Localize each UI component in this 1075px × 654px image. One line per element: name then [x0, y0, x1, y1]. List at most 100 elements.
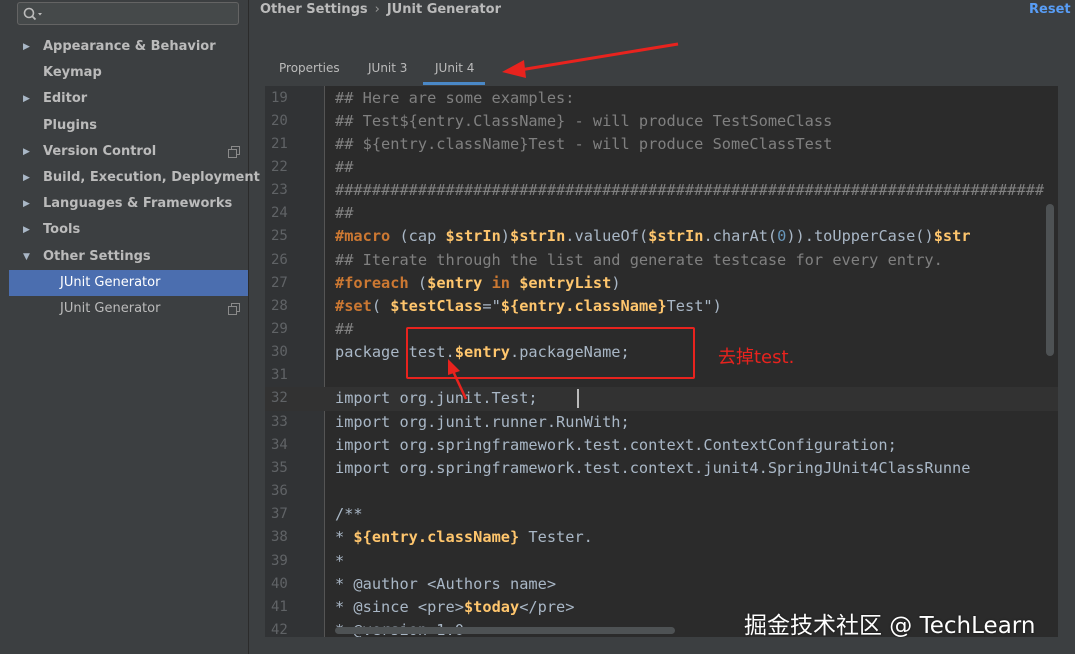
code-token: $strIn [648, 227, 704, 246]
sidebar-item-keymap[interactable]: Keymap [9, 60, 248, 86]
code-token: ########################################… [335, 181, 1045, 200]
code-text: ## [335, 318, 353, 341]
expand-right-icon[interactable]: ▶ [23, 139, 30, 165]
code-token: ( [371, 296, 391, 315]
code-line[interactable]: 32 import org.junit.Test; [265, 387, 1058, 411]
code-line[interactable]: 39 * [265, 550, 1058, 573]
sidebar-item-editor[interactable]: ▶ Editor [9, 86, 248, 112]
sidebar-item-build-execution-deployment[interactable]: ▶ Build, Execution, Deployment [9, 165, 260, 191]
code-token: $entryList [519, 273, 612, 292]
search-icon [23, 7, 42, 21]
line-number: 27 [271, 274, 288, 291]
line-number: 33 [271, 413, 288, 430]
annotation-text: 去掉test. [718, 347, 795, 368]
code-token: ${entry.className} [500, 296, 667, 315]
code-token: .valueOf( [565, 227, 649, 246]
breadcrumb: Other Settings › JUnit Generator [260, 2, 501, 17]
code-text: #set( $testClass="${entry.className}Test… [335, 295, 722, 318]
code-token: 0 [777, 227, 787, 246]
code-text: import org.junit.Test; [335, 387, 538, 410]
sidebar-item-plugins[interactable]: Plugins [9, 113, 248, 139]
code-token: * [335, 551, 345, 570]
code-line[interactable]: 25 #macro (cap $strIn)$strIn.valueOf($str… [265, 225, 1058, 248]
code-token: $testClass [390, 296, 483, 315]
sidebar-item-label: Keymap [43, 65, 102, 81]
code-line[interactable]: 36 [265, 480, 1058, 503]
code-text: * [335, 550, 344, 573]
line-number: 29 [271, 321, 288, 337]
sidebar-item-label: JUnit Generator [60, 300, 161, 316]
code-token: #foreach [335, 273, 409, 292]
code-line[interactable]: 21 ## ${entry.className}Test - will produ… [265, 133, 1058, 156]
code-text: import org.springframework.test.context.… [335, 457, 970, 480]
breadcrumb-parent[interactable]: Other Settings [260, 2, 368, 17]
line-number: 19 [271, 89, 288, 106]
code-line[interactable]: 26 ## Iterate through the list and genera… [265, 249, 1058, 272]
code-line[interactable]: 37 /** [265, 503, 1058, 526]
code-text: import org.springframework.test.context.… [335, 434, 897, 457]
sidebar-item-junit-generator-1[interactable]: JUnit Generator [9, 269, 248, 296]
code-line[interactable]: 20 ## Test${entry.ClassName} - will produ… [265, 110, 1058, 133]
code-text: #macro (cap $strIn)$strIn.valueOf($strIn… [335, 225, 971, 248]
code-line[interactable]: 24 ## [265, 202, 1058, 225]
sidebar-item-tools[interactable]: ▶ Tools [9, 217, 248, 243]
code-line[interactable]: 40 * @author <Authors name> [265, 573, 1058, 596]
expand-right-icon[interactable]: ▶ [23, 34, 30, 60]
line-number: 22 [271, 158, 288, 175]
tab-junit4[interactable]: JUnit 4 [423, 57, 485, 85]
line-number: 28 [271, 297, 288, 314]
expand-right-icon[interactable]: ▶ [23, 165, 30, 191]
code-line[interactable]: 23 ######################################… [265, 179, 1058, 202]
code-line[interactable]: 22 ## [265, 156, 1058, 179]
code-line[interactable]: 33 import org.junit.runner.RunWith; [265, 411, 1058, 434]
code-text: * @since <pre>$today</pre> [335, 596, 574, 619]
settings-sidebar: ▶ Appearance & Behavior Keymap ▶ Editor Plugi… [0, 0, 260, 654]
line-number: 39 [271, 552, 288, 569]
tab-properties[interactable]: Properties [279, 57, 345, 85]
text-caret [577, 389, 579, 408]
code-token: #set [335, 296, 372, 315]
tab-junit3[interactable]: JUnit 3 [368, 57, 414, 85]
line-number: 26 [271, 251, 288, 268]
expand-down-icon[interactable]: ▼ [23, 244, 30, 270]
code-token: #macro [335, 227, 391, 246]
sidebar-item-version-control[interactable]: ▶ Version Control [9, 139, 248, 165]
sidebar-item-junit-generator-2[interactable]: JUnit Generator [9, 296, 248, 322]
sidebar-item-appearance-behavior[interactable]: ▶ Appearance & Behavior [9, 34, 248, 60]
code-line[interactable]: 28 #set( $testClass="${entry.className}Te… [265, 295, 1058, 318]
code-line[interactable]: 19 ## Here are some examples: [265, 87, 1058, 110]
sidebar-item-label: Languages & Frameworks [43, 196, 233, 212]
code-line[interactable]: 34 import org.springframework.test.contex… [265, 434, 1058, 457]
expand-right-icon[interactable]: ▶ [23, 217, 30, 243]
code-token: ) [500, 227, 511, 246]
code-token: $strIn [510, 227, 566, 246]
code-line[interactable]: 35 import org.springframework.test.contex… [265, 457, 1058, 480]
code-token: .charAt( [703, 227, 778, 246]
sidebar-item-label: Tools [43, 222, 81, 238]
line-number: 20 [271, 112, 288, 129]
code-token: * [335, 528, 354, 547]
code-token: Tester. [519, 528, 593, 547]
sidebar-item-other-settings[interactable]: ▼ Other Settings [9, 244, 248, 270]
line-number: 23 [271, 182, 288, 199]
code-token: * @since <pre> [335, 597, 464, 616]
code-text: ## Iterate through the list and generate… [335, 249, 943, 272]
reset-link[interactable]: Reset [1029, 2, 1071, 17]
code-token: Test") [666, 296, 722, 315]
horizontal-scrollbar[interactable] [335, 627, 675, 634]
code-text: ## Test${entry.ClassName} - will produce… [335, 110, 832, 133]
search-input[interactable] [17, 2, 239, 25]
expand-right-icon[interactable]: ▶ [23, 191, 30, 217]
sidebar-item-label: Version Control [43, 143, 157, 159]
sidebar-item-languages-frameworks[interactable]: ▶ Languages & Frameworks [9, 191, 248, 217]
code-text: /** [335, 503, 363, 526]
code-line[interactable]: 38 * ${entry.className} Tester. [265, 526, 1058, 549]
code-token: ## Here are some examples: [335, 88, 575, 107]
line-number: 37 [271, 506, 288, 523]
vertical-scrollbar[interactable] [1046, 204, 1054, 356]
sidebar-item-label: Editor [43, 91, 88, 107]
code-token: import org.junit.Test; [335, 389, 538, 408]
expand-right-icon[interactable]: ▶ [23, 86, 30, 112]
code-token: ## [335, 204, 354, 223]
code-line[interactable]: 27 #foreach ($entry in $entryList) [265, 272, 1058, 295]
